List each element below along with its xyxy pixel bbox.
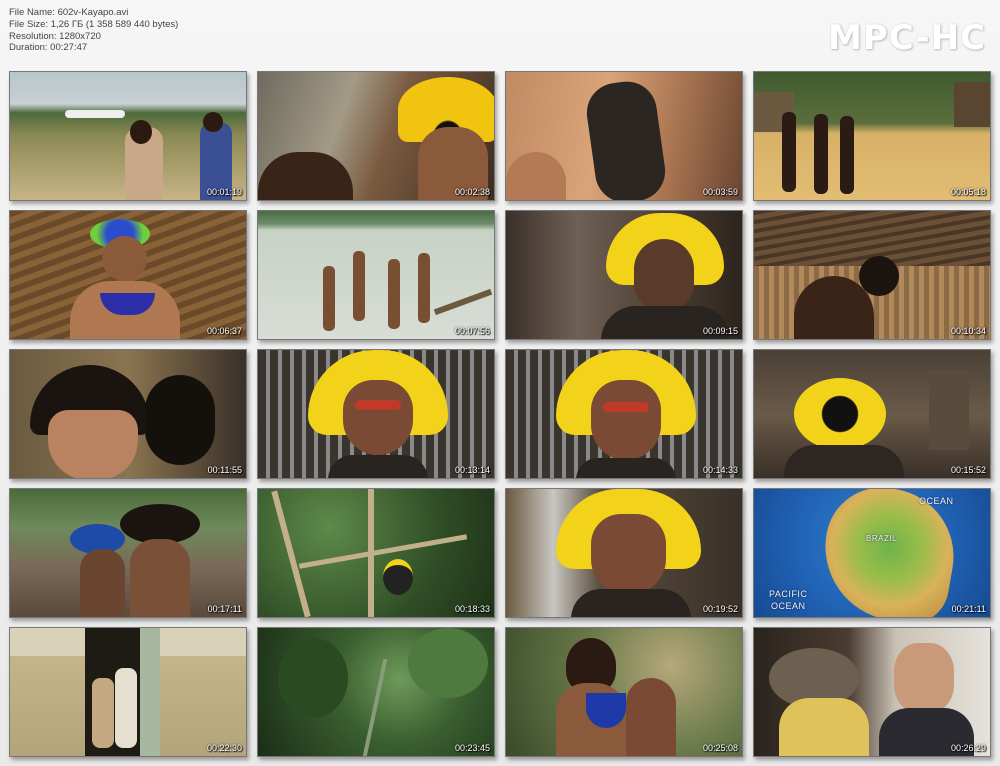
timestamp: 00:23:45 <box>454 743 490 753</box>
thumbnail-11[interactable]: 00:14:33 <box>505 349 743 479</box>
map-label-ocean: OCEAN <box>919 496 954 506</box>
timestamp: 00:21:11 <box>951 604 986 614</box>
timestamp: 00:06:37 <box>206 326 242 336</box>
timestamp: 00:07:56 <box>454 326 490 336</box>
timestamp: 00:14:33 <box>702 465 738 475</box>
timestamp: 00:11:55 <box>207 465 242 475</box>
thumbnail-3[interactable]: 00:03:59 <box>505 71 743 201</box>
duration: Duration: 00:27:47 <box>9 42 88 54</box>
file-info: File Name: 602v-Kayapo.avi File Size: 1,… <box>9 7 178 54</box>
timestamp: 00:09:15 <box>702 326 738 336</box>
timestamp: 00:22:30 <box>206 743 242 753</box>
thumbnail-12[interactable]: 00:15:52 <box>753 349 991 479</box>
thumbnail-16[interactable]: OCEAN BRAZIL PACIFIC OCEAN 00:21:11 <box>753 488 991 618</box>
thumbnail-1[interactable]: 00:01:19 <box>9 71 247 201</box>
thumbnail-17[interactable]: 00:22:30 <box>9 627 247 757</box>
timestamp: 00:01:19 <box>206 187 242 197</box>
timestamp: 00:18:33 <box>454 604 490 614</box>
timestamp: 00:26:29 <box>950 743 986 753</box>
thumbnail-2[interactable]: 00:02:38 <box>257 71 495 201</box>
thumbnail-20[interactable]: 00:26:29 <box>753 627 991 757</box>
thumbnail-9[interactable]: 00:11:55 <box>9 349 247 479</box>
timestamp: 00:15:52 <box>950 465 986 475</box>
thumbnail-15[interactable]: 00:19:52 <box>505 488 743 618</box>
mpc-hc-logo: MPC-HC <box>827 18 986 58</box>
thumbnail-5[interactable]: 00:06:37 <box>9 210 247 340</box>
file-size: File Size: 1,26 ГБ (1 358 589 440 bytes) <box>9 18 179 30</box>
thumbnail-4[interactable]: 00:05:18 <box>753 71 991 201</box>
thumbnail-14[interactable]: 00:18:33 <box>257 488 495 618</box>
thumbnail-13[interactable]: 00:17:11 <box>9 488 247 618</box>
file-name: File Name: 602v-Kayapo.avi <box>9 7 129 18</box>
timestamp: 00:13:14 <box>454 465 490 475</box>
thumbnail-8[interactable]: 00:10:34 <box>753 210 991 340</box>
timestamp: 00:05:18 <box>950 187 986 197</box>
timestamp: 00:25:08 <box>702 743 738 753</box>
thumbnail-7[interactable]: 00:09:15 <box>505 210 743 340</box>
timestamp: 00:02:38 <box>454 187 490 197</box>
thumbnail-grid: 00:01:19 00:02:38 00:03:59 00:05:18 00:0… <box>9 71 991 757</box>
thumbnail-10[interactable]: 00:13:14 <box>257 349 495 479</box>
map-label-pacific-ocean: OCEAN <box>771 601 806 611</box>
timestamp: 00:03:59 <box>702 187 738 197</box>
thumbnail-6[interactable]: 00:07:56 <box>257 210 495 340</box>
thumbnail-19[interactable]: 00:25:08 <box>505 627 743 757</box>
map-label-pacific: PACIFIC <box>769 589 808 599</box>
thumbnail-18[interactable]: 00:23:45 <box>257 627 495 757</box>
resolution: Resolution: 1280x720 <box>9 30 101 42</box>
timestamp: 00:17:11 <box>207 604 242 614</box>
map-label-brazil: BRAZIL <box>866 534 898 543</box>
timestamp: 00:19:52 <box>702 604 738 614</box>
timestamp: 00:10:34 <box>950 326 986 336</box>
